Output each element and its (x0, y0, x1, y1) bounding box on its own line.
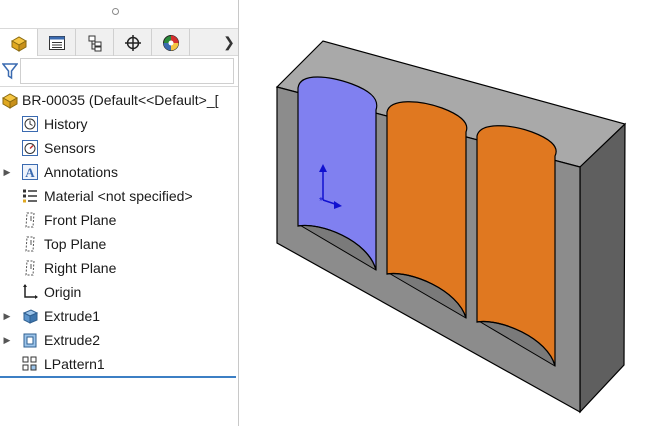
tree-item-label: Material <not specified> (44, 188, 193, 204)
dimxpert-manager-tab[interactable] (114, 29, 152, 56)
tree-item-label: Top Plane (44, 236, 107, 252)
svg-text:A: A (25, 165, 35, 180)
model-right-face[interactable] (579, 122, 626, 414)
filter-bar (0, 56, 238, 87)
tree-item-label: Right Plane (44, 260, 117, 276)
grip-dot-icon[interactable] (112, 8, 119, 15)
extrude-icon (20, 306, 40, 326)
property-manager-icon (48, 35, 65, 50)
manager-tab-bar: ❯ (0, 28, 238, 57)
tree-item-label: Extrude2 (44, 332, 101, 348)
feature-manager-tab[interactable] (0, 29, 38, 57)
tree-item-label: Extrude1 (44, 308, 101, 324)
plane-icon (20, 234, 40, 254)
feature-manager-panel: ❯ BR-00035 (Default<<Default>_[History … (0, 0, 239, 426)
svg-text:*: * (319, 196, 323, 207)
tree-item-label: LPattern1 (44, 356, 105, 372)
tree-item-extrude1[interactable]: ▶ Extrude1 (0, 304, 238, 328)
sensors-icon (20, 138, 40, 158)
tree-root-part[interactable]: BR-00035 (Default<<Default>_[ (0, 88, 238, 112)
tree-item-front-plane[interactable]: Front Plane (0, 208, 238, 232)
tree-item-history[interactable]: History (0, 112, 238, 136)
tree-item-sensors[interactable]: Sensors (0, 136, 238, 160)
tree-item-right-plane[interactable]: Right Plane (0, 256, 238, 280)
tree-item-label: Annotations (44, 164, 118, 180)
expand-arrow-icon[interactable]: ▶ (2, 335, 12, 346)
plane-icon (20, 258, 40, 278)
tree-item-lpattern1[interactable]: LPattern1 (0, 352, 238, 376)
crosshair-icon (124, 34, 141, 51)
tree-item-label: Front Plane (44, 212, 117, 228)
tree-item-label: Sensors (44, 140, 96, 156)
history-icon (20, 114, 40, 134)
rollback-bar[interactable] (0, 376, 236, 378)
tree-root-label: BR-00035 (Default<<Default>_[ (22, 92, 219, 108)
tree-item-top-plane[interactable]: Top Plane (0, 232, 238, 256)
display-manager-tab[interactable] (152, 29, 190, 56)
origin-icon (20, 282, 40, 302)
annotations-icon: A (20, 162, 40, 182)
tab-scroll-right-icon[interactable]: ❯ (220, 29, 238, 56)
tree-item-extrude2[interactable]: ▶ Extrude2 (0, 328, 238, 352)
tree-item-label: Origin (44, 284, 82, 300)
part-icon (10, 36, 27, 52)
tree-item-origin[interactable]: Origin (0, 280, 238, 304)
tree-item-material[interactable]: Material <not specified> (0, 184, 238, 208)
material-icon (20, 186, 40, 206)
expand-arrow-icon[interactable]: ▶ (2, 167, 12, 178)
tree-item-label: History (44, 116, 88, 132)
graphics-area[interactable]: * (239, 0, 657, 426)
configuration-manager-tab[interactable] (76, 29, 114, 56)
tree-item-annotations[interactable]: ▶ A Annotations (0, 160, 238, 184)
panel-top-grip[interactable] (0, 0, 238, 28)
filter-icon[interactable] (2, 62, 18, 80)
part-icon (0, 90, 20, 110)
part-model-3d[interactable]: * (239, 0, 657, 426)
filter-input[interactable] (20, 58, 234, 84)
extrude-cut-icon (20, 330, 40, 350)
property-manager-tab[interactable] (38, 29, 76, 56)
configuration-icon (88, 35, 101, 51)
plane-icon (20, 210, 40, 230)
appearance-icon (162, 34, 179, 51)
expand-arrow-icon[interactable]: ▶ (2, 311, 12, 322)
linear-pattern-icon (20, 354, 40, 374)
